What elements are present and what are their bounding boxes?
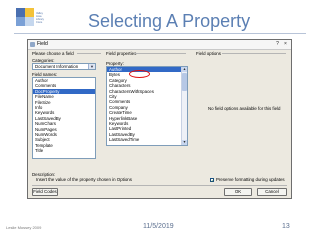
scroll-down-icon[interactable]: ▼	[182, 140, 187, 145]
categories-value: Document Information	[35, 64, 79, 69]
help-icon[interactable]: ?	[274, 41, 281, 47]
no-options-text: No field options available for this fiel…	[208, 106, 281, 111]
scroll-thumb[interactable]	[182, 73, 187, 91]
ok-button[interactable]: OK	[224, 188, 252, 196]
property-item[interactable]: LastSavedTime	[107, 137, 187, 142]
categories-dropdown[interactable]: Document Information ▼	[32, 63, 96, 70]
field-properties-header: Field properties	[106, 51, 137, 56]
button-divider	[32, 185, 287, 186]
field-name-item[interactable]: Title	[33, 148, 95, 153]
group-divider	[134, 53, 186, 54]
description-text: Insert the value of the property chosen …	[36, 177, 132, 182]
field-names-list[interactable]: Author Comments DocProperty FileName FileSiz…	[32, 77, 96, 159]
preserve-formatting-label: Preserve formatting during updates	[216, 177, 285, 182]
group-divider	[222, 53, 286, 54]
group-divider	[77, 53, 101, 54]
word-icon	[30, 42, 35, 47]
close-icon[interactable]: ×	[282, 41, 289, 47]
property-scrollbar[interactable]: ▲ ▼	[181, 67, 187, 145]
field-dialog: Field ? × Please choose a field Categori…	[27, 39, 292, 199]
slide-title: Selecting A Property	[88, 11, 251, 31]
choose-field-header: Please choose a field	[32, 51, 74, 56]
property-list[interactable]: Author Bytes Category Characters CharactersW…	[106, 66, 188, 146]
field-options-header: Field options	[196, 51, 221, 56]
dialog-title: Field	[37, 41, 48, 47]
cancel-button[interactable]: Cancel	[257, 188, 287, 196]
footer-date: 11/5/2019	[143, 223, 174, 230]
field-codes-button[interactable]: Field Codes	[32, 188, 58, 196]
slide-number: 13	[282, 223, 290, 230]
scroll-up-icon[interactable]: ▲	[182, 67, 187, 72]
library-logo: Valley Area Library Cons.	[16, 8, 48, 34]
title-divider	[14, 33, 306, 34]
dialog-titlebar: Field ? ×	[28, 40, 291, 50]
footer-author: Leslie Mossey 2009	[6, 225, 42, 230]
preserve-formatting-checkbox[interactable]: ✓	[210, 178, 214, 183]
chevron-down-icon[interactable]: ▼	[88, 64, 95, 69]
